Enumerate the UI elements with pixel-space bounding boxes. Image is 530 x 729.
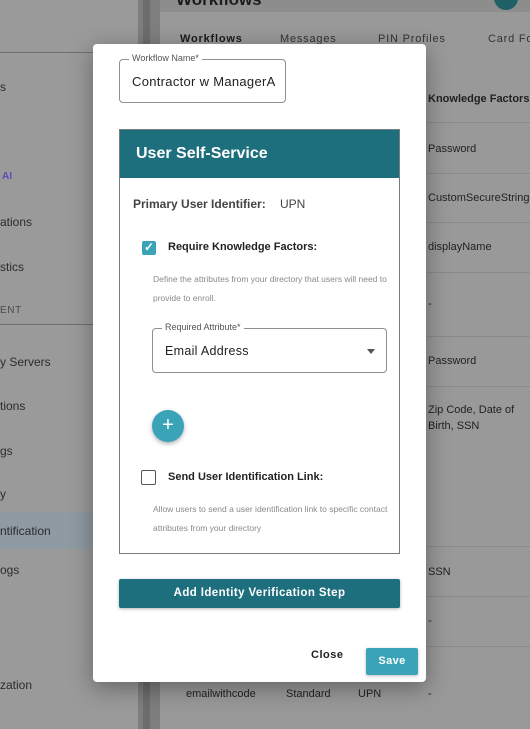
workflow-dialog: Workflow Name* Contractor w ManagerA Use…: [93, 44, 426, 682]
workflow-name-input[interactable]: Contractor w ManagerA: [132, 74, 276, 89]
table-cell: Password: [428, 143, 477, 155]
table-cell: -: [428, 298, 432, 310]
sidebar-item[interactable]: y Servers: [0, 355, 51, 369]
table-cell: SSN: [428, 566, 451, 578]
require-knowledge-checkbox[interactable]: ✓: [142, 240, 156, 255]
table-cell: -: [428, 688, 432, 700]
tab-card-formats[interactable]: Card Fo: [488, 33, 530, 45]
sidebar-item[interactable]: zation: [0, 678, 32, 692]
sidebar-item[interactable]: tions: [0, 399, 25, 413]
sidebar-item[interactable]: ations: [0, 215, 32, 229]
card-title: User Self-Service: [136, 145, 268, 162]
ai-badge: AI: [2, 171, 12, 182]
table-cell: Standard: [286, 688, 331, 700]
add-attribute-button[interactable]: +: [152, 410, 184, 442]
sidebar-section-label: ENT: [0, 305, 22, 316]
workflow-name-label: Workflow Name*: [129, 53, 202, 63]
sidebar-item[interactable]: gs: [0, 444, 13, 458]
table-cell: UPN: [358, 688, 382, 700]
page-title: Workflows: [176, 0, 262, 10]
table-cell: CustomSecureString: [428, 192, 530, 204]
column-header-knowledge-factors: Knowledge Factors: [428, 93, 530, 105]
table-cell: emailwithcode: [186, 688, 256, 700]
send-link-label: Send User Identification Link:: [168, 471, 324, 483]
send-link-checkbox[interactable]: [141, 470, 156, 485]
close-button[interactable]: Close: [311, 649, 343, 661]
table-cell: Password: [428, 355, 477, 367]
send-link-help: Allow users to send a user identificatio…: [153, 504, 388, 533]
required-attribute-label: Required Attribute*: [162, 322, 244, 332]
sidebar-item[interactable]: y: [0, 487, 6, 501]
add-identity-verification-step-button[interactable]: Add Identity Verification Step: [119, 579, 400, 608]
required-attribute-value: Email Address: [165, 344, 249, 358]
plus-icon: +: [162, 414, 174, 436]
table-cell: displayName: [428, 241, 492, 253]
primary-identifier-label: Primary User Identifier:: [133, 197, 266, 211]
sidebar-item[interactable]: stics: [0, 260, 24, 274]
sidebar-item[interactable]: ogs: [0, 563, 19, 577]
caret-down-icon: [367, 349, 375, 354]
require-knowledge-help: Define the attributes from your director…: [153, 274, 387, 303]
table-cell: Zip Code, Date of Birth, SSN: [428, 404, 515, 432]
user-self-service-card: User Self-Service Primary User Identifie…: [119, 129, 400, 554]
primary-identifier-value: UPN: [280, 197, 306, 211]
required-attribute-select[interactable]: Required Attribute* Email Address: [152, 322, 387, 373]
sidebar-item-active[interactable]: ntification: [0, 524, 51, 538]
require-knowledge-label: Require Knowledge Factors:: [168, 241, 318, 253]
sidebar-item[interactable]: s: [0, 80, 6, 94]
table-cell: -: [428, 615, 432, 627]
check-icon: ✓: [144, 240, 155, 254]
card-header: User Self-Service: [120, 130, 399, 178]
workflow-name-field[interactable]: Workflow Name* Contractor w ManagerA: [119, 53, 286, 103]
save-button[interactable]: Save: [366, 648, 418, 675]
